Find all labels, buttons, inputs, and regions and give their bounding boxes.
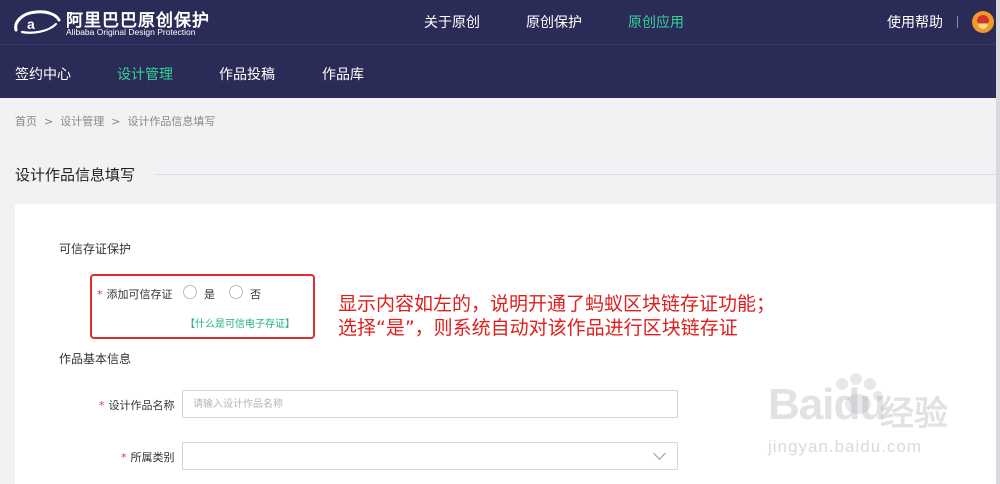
subnav-library[interactable]: 作品库 (322, 64, 364, 84)
breadcrumb-separator: > (44, 115, 54, 128)
name-field-label-text: 设计作品名称 (108, 399, 175, 412)
category-select[interactable] (182, 442, 678, 470)
breadcrumb-current: 设计作品信息填写 (127, 115, 216, 128)
required-mark: * (121, 451, 127, 464)
scrollbar-track[interactable] (996, 0, 1000, 484)
top-navbar: a 阿里巴巴原创保护 Alibaba Original Design Prote… (0, 0, 996, 44)
page-title: 设计作品信息填写 (15, 166, 136, 184)
watermark-url: jingyan.baidu.com (768, 437, 923, 456)
design-name-input[interactable] (182, 390, 678, 418)
help-link[interactable]: 使用帮助 (887, 12, 943, 32)
required-mark: * (99, 399, 105, 412)
category-field-label: * 所属类别 (121, 449, 175, 465)
watermark-brand: Baidu (768, 380, 886, 429)
subnav-submission[interactable]: 作品投稿 (219, 64, 275, 84)
annotation-line-1: 显示内容如左的，说明开通了蚂蚁区块链存证功能； (338, 293, 776, 315)
brand-subtitle: Alibaba Original Design Protection (66, 27, 196, 37)
alibaba-logo-icon[interactable]: a (12, 8, 62, 36)
breadcrumb: 首页 > 设计管理 > 设计作品信息填写 (15, 113, 215, 129)
nav-divider (957, 16, 958, 28)
topnav-application[interactable]: 原创应用 (628, 12, 684, 32)
breadcrumb-separator: > (111, 115, 121, 128)
trust-section-heading: 可信存证保护 (59, 242, 132, 256)
user-avatar-icon[interactable] (972, 11, 994, 33)
topnav-protection[interactable]: 原创保护 (526, 12, 582, 32)
subnav-contract-center[interactable]: 签约中心 (15, 64, 71, 84)
sub-navbar: 签约中心 设计管理 作品投稿 作品库 (0, 44, 996, 98)
annotation-line-2: 选择“是”，则系统自动对该作品进行区块链存证 (338, 317, 738, 339)
title-divider (155, 174, 996, 175)
basic-section-heading: 作品基本信息 (59, 352, 132, 366)
highlight-box (90, 274, 315, 339)
svg-text:a: a (27, 16, 35, 32)
topnav-about[interactable]: 关于原创 (424, 12, 480, 32)
subnav-design-management[interactable]: 设计管理 (117, 64, 173, 84)
watermark-brand-cn: 经验 (880, 394, 948, 434)
breadcrumb-design-management[interactable]: 设计管理 (60, 115, 104, 128)
breadcrumb-home[interactable]: 首页 (15, 115, 37, 128)
category-field-label-text: 所属类别 (130, 451, 175, 464)
name-field-label: * 设计作品名称 (99, 397, 175, 413)
